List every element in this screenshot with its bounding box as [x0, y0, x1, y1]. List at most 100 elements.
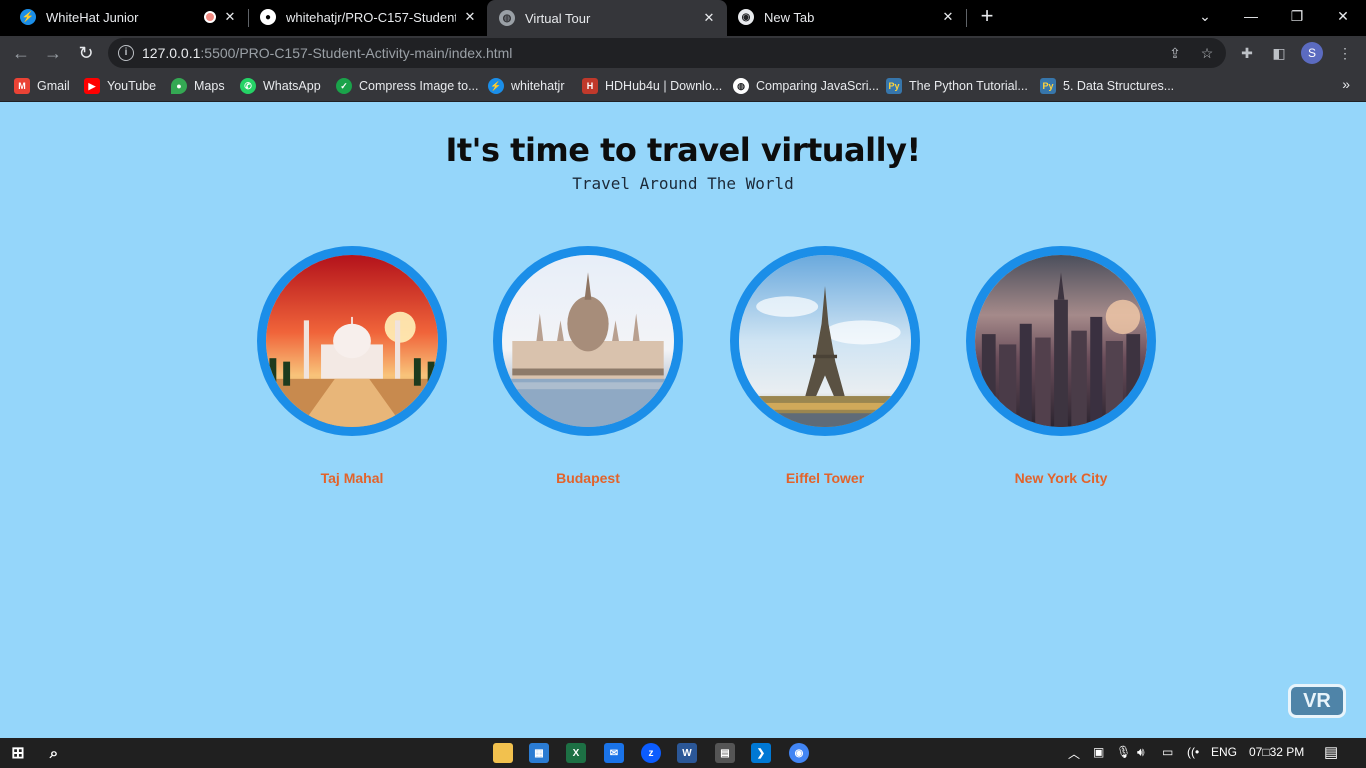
new-tab-button[interactable]: + — [976, 5, 998, 28]
url-path: :5500/PRO-C157-Student-Activity-main/ind… — [200, 45, 513, 61]
word-icon[interactable]: W — [677, 743, 697, 763]
github-icon: ● — [260, 9, 276, 25]
tab-virtual-tour[interactable]: ◍ Virtual Tour ✕ — [487, 0, 727, 36]
reload-button[interactable]: ↻ — [73, 40, 99, 66]
share-icon[interactable]: ⇪ — [1166, 44, 1184, 62]
windows-taskbar: ⊞ ⌕ ▦ X ✉ z W ▤ ❯ ◉ ︿ ▣ 🎙︎ 🔊︎ ▭ ((• ENG … — [0, 738, 1366, 768]
calculator-icon[interactable]: ▤ — [715, 743, 735, 763]
globe-icon: ◍ — [733, 78, 749, 94]
place-label-taj-mahal: Taj Mahal — [320, 470, 384, 486]
place-label-budapest: Budapest — [556, 470, 620, 486]
forward-button[interactable]: → — [40, 40, 66, 66]
place-thumbnail-taj-mahal[interactable] — [257, 246, 447, 436]
bookmark-label: HDHub4u | Downlo... — [605, 79, 723, 93]
bookmark-label: Comparing JavaScri... — [756, 79, 879, 93]
virtual-tour-page: It's time to travel virtually! Travel Ar… — [0, 103, 1366, 738]
youtube-icon: ▶ — [84, 78, 100, 94]
globe-icon: ◍ — [499, 10, 515, 26]
page-subtitle: Travel Around The World — [572, 174, 794, 193]
more-bookmarks-icon[interactable]: » — [1342, 76, 1350, 92]
minimize-button[interactable]: — — [1228, 0, 1274, 32]
whatsapp-icon: ✆ — [240, 78, 256, 94]
bookmark-label: Compress Image to... — [359, 79, 479, 93]
tab-github[interactable]: ● whitehatjr/PRO-C157-Student-Ac ✕ — [248, 0, 488, 34]
whitehat-icon: ⚡ — [488, 78, 504, 94]
clock[interactable]: 07□32 PM — [1249, 745, 1304, 759]
url-text[interactable]: 127.0.0.1:5500/PRO-C157-Student-Activity… — [142, 45, 512, 61]
hdhub-icon: H — [582, 78, 598, 94]
side-panel-icon[interactable]: ◧ — [1270, 44, 1288, 62]
python-icon: Py — [1040, 78, 1056, 94]
maps-icon: ● — [171, 78, 187, 94]
bookmark-python-tutorial[interactable]: Py The Python Tutorial... — [886, 76, 1028, 96]
bookmark-whatsapp[interactable]: ✆ WhatsApp — [240, 76, 321, 96]
url-host: 127.0.0.1 — [142, 45, 201, 61]
tab-divider — [966, 9, 967, 27]
gmail-icon: M — [14, 78, 30, 94]
mail-icon[interactable]: ✉ — [604, 743, 624, 763]
new-york-city-image — [975, 255, 1147, 427]
tab-title: WhiteHat Junior — [46, 9, 139, 25]
extensions-icon[interactable]: ✚ — [1238, 44, 1256, 62]
bookmark-comparing-javascript[interactable]: ◍ Comparing JavaScri... — [733, 76, 879, 96]
chrome-icon: ◉ — [738, 9, 754, 25]
address-bar[interactable]: i 127.0.0.1:5500/PRO-C157-Student-Activi… — [108, 38, 1226, 68]
vr-button[interactable]: VR — [1288, 684, 1346, 718]
python-icon: Py — [886, 78, 902, 94]
bookmark-maps[interactable]: ● Maps — [171, 76, 225, 96]
browser-toolbar: ← → ↻ i 127.0.0.1:5500/PRO-C157-Student-… — [0, 36, 1366, 70]
check-icon: ✓ — [336, 78, 352, 94]
close-icon[interactable]: ✕ — [701, 10, 717, 26]
chrome-icon[interactable]: ◉ — [789, 743, 809, 763]
close-icon[interactable]: ✕ — [222, 9, 238, 25]
back-button[interactable]: ← — [8, 40, 34, 66]
battery-icon[interactable]: ▭ — [1162, 745, 1173, 759]
search-icon[interactable]: ⌕ — [44, 743, 64, 763]
notifications-icon[interactable]: ▤ — [1324, 743, 1338, 761]
bookmark-star-icon[interactable]: ☆ — [1198, 44, 1216, 62]
page-title: It's time to travel virtually! — [445, 131, 921, 169]
bookmark-label: YouTube — [107, 79, 157, 93]
bookmark-label: The Python Tutorial... — [909, 79, 1028, 93]
bookmark-compress-image[interactable]: ✓ Compress Image to... — [336, 76, 479, 96]
tab-new-tab[interactable]: ◉ New Tab ✕ — [726, 0, 966, 34]
bookmark-label: Gmail — [37, 79, 70, 93]
budapest-image — [502, 255, 674, 427]
zoom-icon[interactable]: z — [641, 743, 661, 763]
volume-icon[interactable]: 🔊︎ — [1137, 745, 1145, 760]
vscode-icon[interactable]: ❯ — [751, 743, 771, 763]
bookmarks-bar: M Gmail ▶ YouTube ● Maps ✆ WhatsApp ✓ Co… — [0, 70, 1366, 102]
bookmark-label: Maps — [194, 79, 225, 93]
bookmark-data-structures[interactable]: Py 5. Data Structures... — [1040, 76, 1174, 96]
profile-avatar[interactable]: S — [1301, 42, 1323, 64]
tab-title: New Tab — [764, 9, 815, 25]
tab-whitehat-junior[interactable]: ⚡ WhiteHat Junior ✕ — [8, 0, 248, 34]
file-explorer-icon[interactable] — [493, 743, 513, 763]
excel-icon[interactable]: X — [566, 743, 586, 763]
place-thumbnail-new-york-city[interactable] — [966, 246, 1156, 436]
close-window-button[interactable]: ✕ — [1320, 0, 1366, 32]
close-icon[interactable]: ✕ — [462, 9, 478, 25]
menu-icon[interactable]: ⋮ — [1336, 44, 1354, 62]
bookmark-hdhub4u[interactable]: H HDHub4u | Downlo... — [582, 76, 722, 96]
show-hidden-icons-icon[interactable]: ︿ — [1068, 745, 1080, 762]
bookmark-gmail[interactable]: M Gmail — [14, 76, 70, 96]
place-thumbnail-budapest[interactable] — [493, 246, 683, 436]
eiffel-tower-image — [739, 255, 911, 427]
tab-title: Virtual Tour — [525, 10, 591, 26]
bookmark-youtube[interactable]: ▶ YouTube — [84, 76, 156, 96]
bookmark-label: WhatsApp — [263, 79, 321, 93]
windows-start-icon[interactable]: ⊞ — [8, 743, 28, 763]
restore-button[interactable]: ❐ — [1274, 0, 1320, 32]
store-icon[interactable]: ▦ — [529, 743, 549, 763]
close-icon[interactable]: ✕ — [940, 9, 956, 25]
bookmark-whitehatjr[interactable]: ⚡ whitehatjr — [488, 76, 565, 96]
place-label-new-york-city: New York City — [1014, 470, 1108, 486]
tab-title: whitehatjr/PRO-C157-Student-Ac — [286, 9, 456, 25]
wifi-icon[interactable]: ((• — [1187, 745, 1199, 759]
place-thumbnail-eiffel-tower[interactable] — [730, 246, 920, 436]
language-indicator[interactable]: ENG — [1211, 745, 1237, 759]
tab-search-icon[interactable]: ⌄ — [1182, 0, 1228, 32]
site-info-icon[interactable]: i — [118, 45, 134, 61]
whitehat-icon: ⚡ — [20, 9, 36, 25]
